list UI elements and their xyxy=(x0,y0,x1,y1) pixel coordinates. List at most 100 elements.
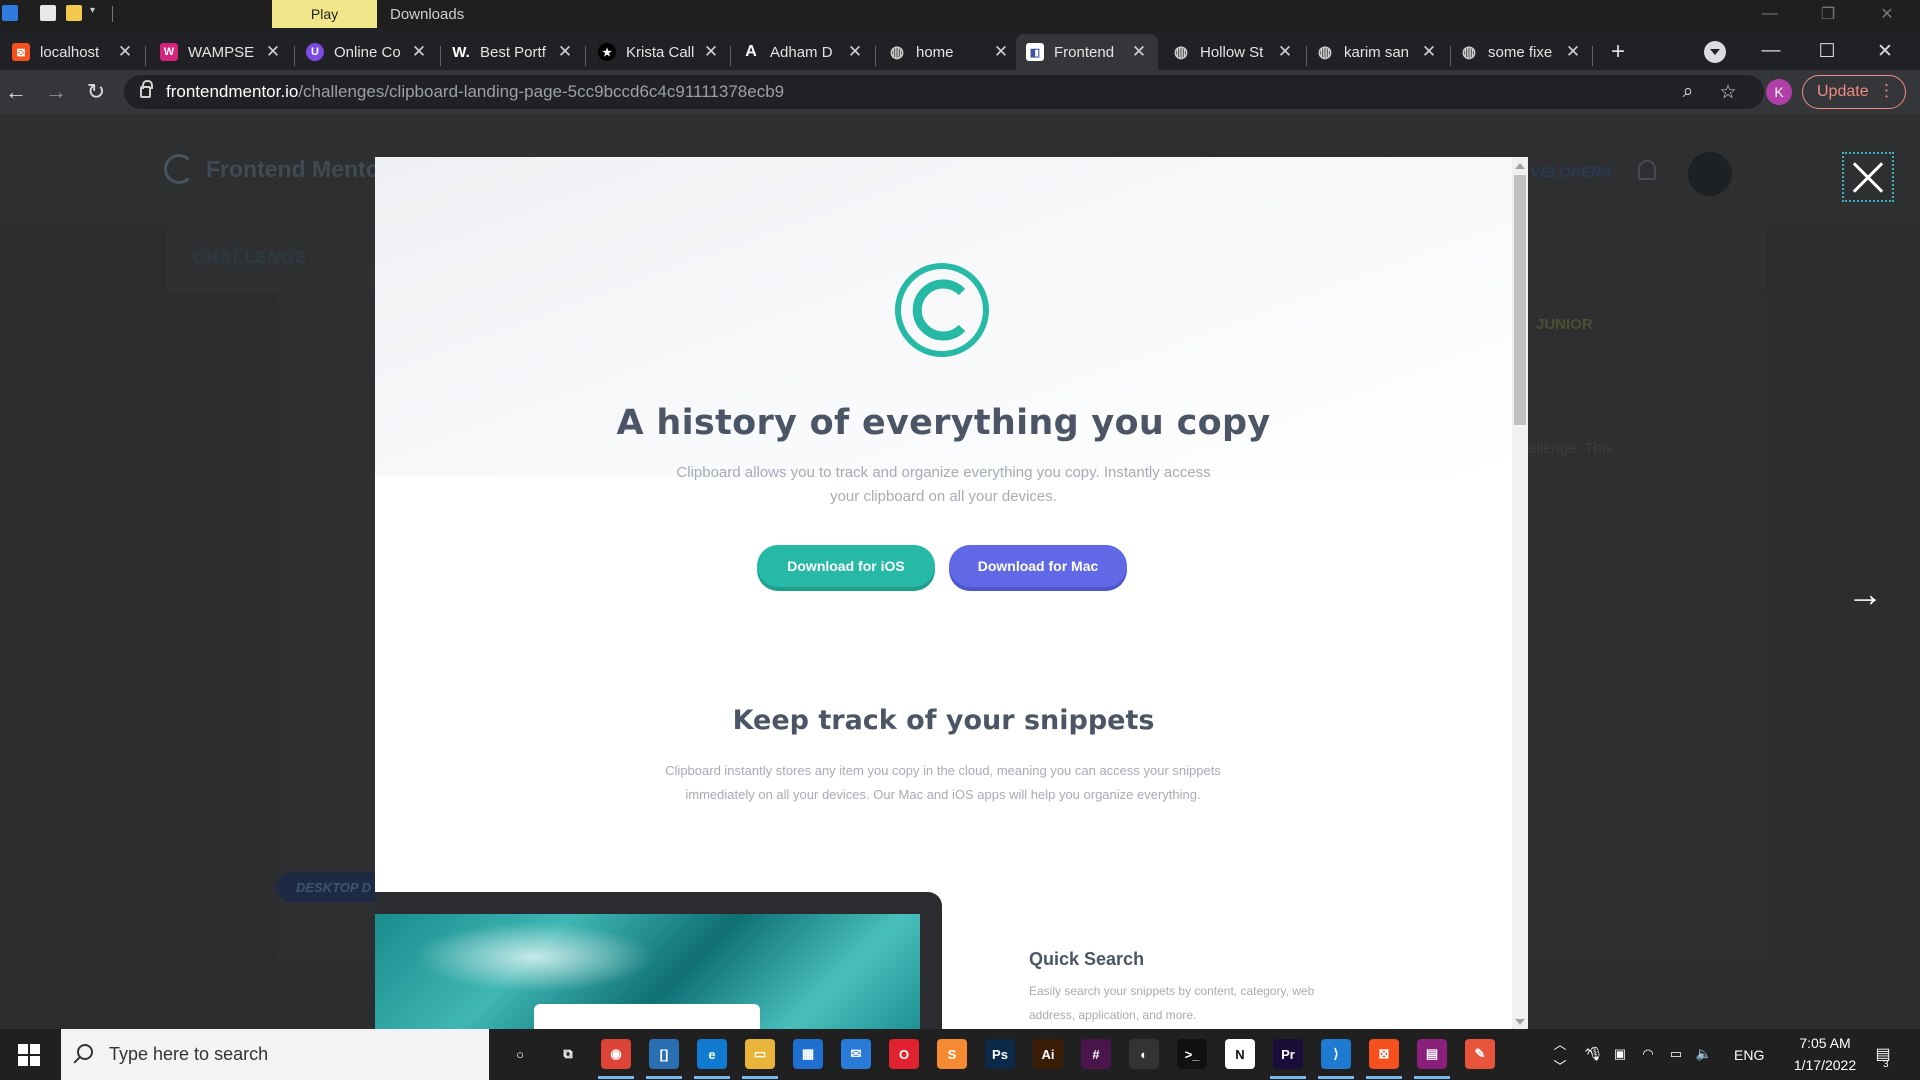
close-icon[interactable]: ✕ xyxy=(556,42,574,61)
browser-maximize-button[interactable]: ☐ xyxy=(1804,34,1850,68)
tab-frontend-mentor[interactable]: ◧ Frontend ✕ xyxy=(1016,34,1158,70)
download-mac-button[interactable]: Download for Mac xyxy=(949,545,1127,587)
update-button[interactable]: Update ⋮ xyxy=(1802,75,1906,109)
battery-icon[interactable]: ▭ xyxy=(1668,1046,1684,1062)
tab-hollow-st[interactable]: ◍ Hollow St ✕ xyxy=(1162,34,1304,70)
forward-button[interactable]: → xyxy=(40,76,72,108)
tab-title: Frontend xyxy=(1054,43,1115,61)
vscode-icon[interactable]: ⟩ xyxy=(1321,1039,1351,1069)
close-icon[interactable]: ✕ xyxy=(846,42,864,61)
new-tab-button[interactable]: + xyxy=(1604,38,1632,66)
clock-time[interactable]: 7:05 AM xyxy=(1780,1035,1870,1051)
tab-online-compiler[interactable]: U Online Co ✕ xyxy=(296,34,438,70)
chrome-icon[interactable]: ◉ xyxy=(601,1039,631,1069)
windows-start-icon[interactable] xyxy=(18,1044,40,1066)
github-icon[interactable]: ◐ xyxy=(1129,1039,1159,1069)
tab-best-portfolio[interactable]: W. Best Portf ✕ xyxy=(442,34,584,70)
slack-icon[interactable]: # xyxy=(1081,1039,1111,1069)
close-icon[interactable]: ✕ xyxy=(1420,42,1438,61)
paint-icon[interactable]: ✎ xyxy=(1465,1039,1495,1069)
frontend-mentor-logo-icon xyxy=(164,154,194,184)
close-icon[interactable]: ✕ xyxy=(116,42,134,61)
xampp-icon[interactable]: ⊠ xyxy=(1369,1039,1399,1069)
url-text[interactable]: frontendmentor.io/challenges/clipboard-l… xyxy=(166,75,784,109)
mail-icon[interactable]: ✉ xyxy=(841,1039,871,1069)
wifi-icon[interactable]: ◠ xyxy=(1640,1046,1656,1062)
hero-title: A history of everything you copy xyxy=(616,403,1271,443)
more-menu-icon[interactable]: ⋮ xyxy=(1878,81,1895,101)
store-icon[interactable]: ▦ xyxy=(793,1039,823,1069)
back-button[interactable]: ← xyxy=(0,76,32,108)
file-explorer-icon[interactable]: ▭ xyxy=(745,1039,775,1069)
photoshop-icon[interactable]: Ps xyxy=(985,1039,1015,1069)
fm-nav-developers: VELOPERS xyxy=(1530,164,1612,181)
scroll-down-icon[interactable] xyxy=(1515,1019,1525,1025)
lightbox-close-button[interactable] xyxy=(1842,152,1894,202)
illustrator-icon[interactable]: Ai xyxy=(1033,1039,1063,1069)
modal-scrollbar[interactable] xyxy=(1512,157,1528,1029)
tab-divider xyxy=(1592,46,1593,66)
close-icon[interactable]: ✕ xyxy=(410,42,428,61)
reload-button[interactable]: ↻ xyxy=(80,76,112,108)
tab-karim-san[interactable]: ◍ karim san ✕ xyxy=(1306,34,1448,70)
bookmark-star-icon[interactable]: ☆ xyxy=(1716,80,1740,104)
explorer-close-button[interactable]: ✕ xyxy=(1862,0,1912,28)
explorer-restore-button[interactable]: ❐ xyxy=(1803,0,1853,28)
scroll-up-icon[interactable] xyxy=(1515,163,1525,169)
address-bar[interactable]: frontendmentor.io/challenges/clipboard-l… xyxy=(124,75,1764,109)
tab-wampserver[interactable]: W WAMPSE ✕ xyxy=(150,34,292,70)
close-icon[interactable]: ✕ xyxy=(1564,42,1582,61)
tab-adham[interactable]: A Adham D ✕ xyxy=(732,34,874,70)
notion-icon[interactable]: N xyxy=(1225,1039,1255,1069)
folder-icon[interactable] xyxy=(66,5,82,21)
globe-icon: ◍ xyxy=(890,44,904,61)
avatar xyxy=(1688,152,1732,196)
customize-quick-access-icon[interactable]: ▾ xyxy=(90,5,106,21)
microphone-tray-icon[interactable]: 🎙 xyxy=(1587,1046,1604,1062)
volume-icon[interactable]: 🔈 xyxy=(1696,1046,1712,1062)
tab-divider xyxy=(440,46,441,66)
browser-minimize-button[interactable]: — xyxy=(1748,34,1794,68)
task-view-icon[interactable]: ⧉ xyxy=(553,1039,583,1069)
taskbar-search-box[interactable]: Type here to search xyxy=(61,1029,489,1080)
tab-krista-call[interactable]: ★ Krista Call ✕ xyxy=(588,34,730,70)
cortana-icon[interactable]: ○ xyxy=(505,1039,535,1069)
clock-date[interactable]: 1/17/2022 xyxy=(1780,1057,1870,1073)
edge-icon[interactable]: e xyxy=(697,1039,727,1069)
xampp-icon: ⊠ xyxy=(12,43,30,61)
close-icon[interactable]: ✕ xyxy=(992,42,1010,61)
close-icon[interactable]: ✕ xyxy=(1130,42,1148,61)
tab-home[interactable]: ◍ home ✕ xyxy=(878,34,1020,70)
section-title: Keep track of your snippets xyxy=(732,705,1155,736)
sublime-icon[interactable]: S xyxy=(937,1039,967,1069)
close-icon[interactable]: ✕ xyxy=(702,42,720,61)
online-compiler-icon: U xyxy=(306,43,324,61)
browser-tab-strip: ⊠ localhost ✕ W WAMPSE ✕ U Online Co ✕ W… xyxy=(0,28,1920,70)
lock-icon[interactable] xyxy=(140,80,153,98)
play-ribbon-tab[interactable]: Play xyxy=(272,0,377,28)
tray-overflow-icon[interactable] xyxy=(1552,1046,1568,1062)
tab-localhost[interactable]: ⊠ localhost ✕ xyxy=(2,34,144,70)
zoom-icon[interactable]: ⌕ xyxy=(1676,80,1700,104)
download-icon[interactable] xyxy=(2,5,18,21)
download-ios-button[interactable]: Download for iOS xyxy=(757,545,935,587)
tab-some-fixe[interactable]: ◍ some fixe ✕ xyxy=(1450,34,1592,70)
premiere-icon[interactable]: Pr xyxy=(1273,1039,1303,1069)
browser-close-button[interactable]: ✕ xyxy=(1862,34,1908,68)
checkbox-icon[interactable] xyxy=(40,5,56,21)
tab-title: Online Co xyxy=(334,43,401,61)
wampserver-icon: W xyxy=(160,43,178,61)
winrar-icon[interactable]: ▤ xyxy=(1417,1039,1447,1069)
profile-avatar[interactable]: K xyxy=(1766,79,1792,105)
terminal-icon[interactable]: >_ xyxy=(1177,1039,1207,1069)
network-status-icon[interactable]: ▣ xyxy=(1612,1046,1628,1062)
tab-search-icon[interactable] xyxy=(1704,41,1726,63)
explorer-minimize-button[interactable]: — xyxy=(1745,0,1795,28)
scrollbar-thumb[interactable] xyxy=(1514,175,1526,425)
jetbrains-icon[interactable]: [] xyxy=(649,1039,679,1069)
close-icon[interactable]: ✕ xyxy=(1276,42,1294,61)
language-indicator[interactable]: ENG xyxy=(1734,1047,1764,1063)
lightbox-next-button[interactable]: → xyxy=(1844,573,1886,614)
close-icon[interactable]: ✕ xyxy=(264,42,282,61)
opera-icon[interactable]: O xyxy=(889,1039,919,1069)
